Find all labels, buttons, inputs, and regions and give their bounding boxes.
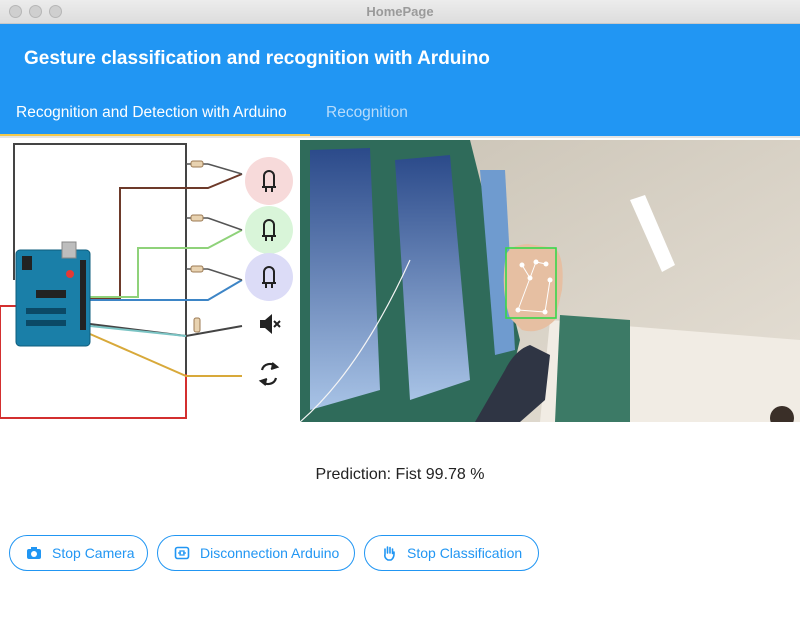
- camera-feed: [300, 140, 800, 422]
- blue-led-indicator: [245, 253, 293, 301]
- disconnect-arduino-button[interactable]: Disconnection Arduino: [157, 535, 355, 571]
- app-bar: Gesture classification and recognition w…: [0, 24, 800, 136]
- stop-camera-label: Stop Camera: [52, 545, 135, 561]
- speaker-mute-icon: [260, 314, 281, 334]
- camera-icon: [27, 547, 41, 559]
- tab-recognition-detection-arduino[interactable]: Recognition and Detection with Arduino: [16, 104, 287, 122]
- hand-icon: [384, 546, 395, 561]
- red-led-indicator: [245, 157, 293, 205]
- appbar-divider: [0, 136, 800, 138]
- app-title: Gesture classification and recognition w…: [24, 48, 490, 69]
- green-led-indicator: [245, 206, 293, 254]
- resistor-icon: [186, 160, 243, 333]
- disconnect-arduino-label: Disconnection Arduino: [200, 545, 340, 561]
- tab-recognition[interactable]: Recognition: [326, 104, 408, 122]
- arduino-circuit-diagram: [0, 143, 293, 419]
- app-window: HomePage Gesture classification and reco…: [0, 0, 800, 624]
- arduino-board-icon: [15, 241, 91, 347]
- prediction-text: Prediction: Fist 99.78 %: [315, 466, 485, 483]
- window-title: HomePage: [366, 4, 434, 19]
- rotate-icon: [258, 362, 280, 386]
- link-icon: [174, 546, 190, 560]
- stop-classification-button[interactable]: Stop Classification: [364, 535, 539, 571]
- window-titlebar: HomePage: [0, 0, 800, 24]
- stop-camera-button[interactable]: Stop Camera: [9, 535, 148, 571]
- stop-classification-label: Stop Classification: [407, 545, 523, 561]
